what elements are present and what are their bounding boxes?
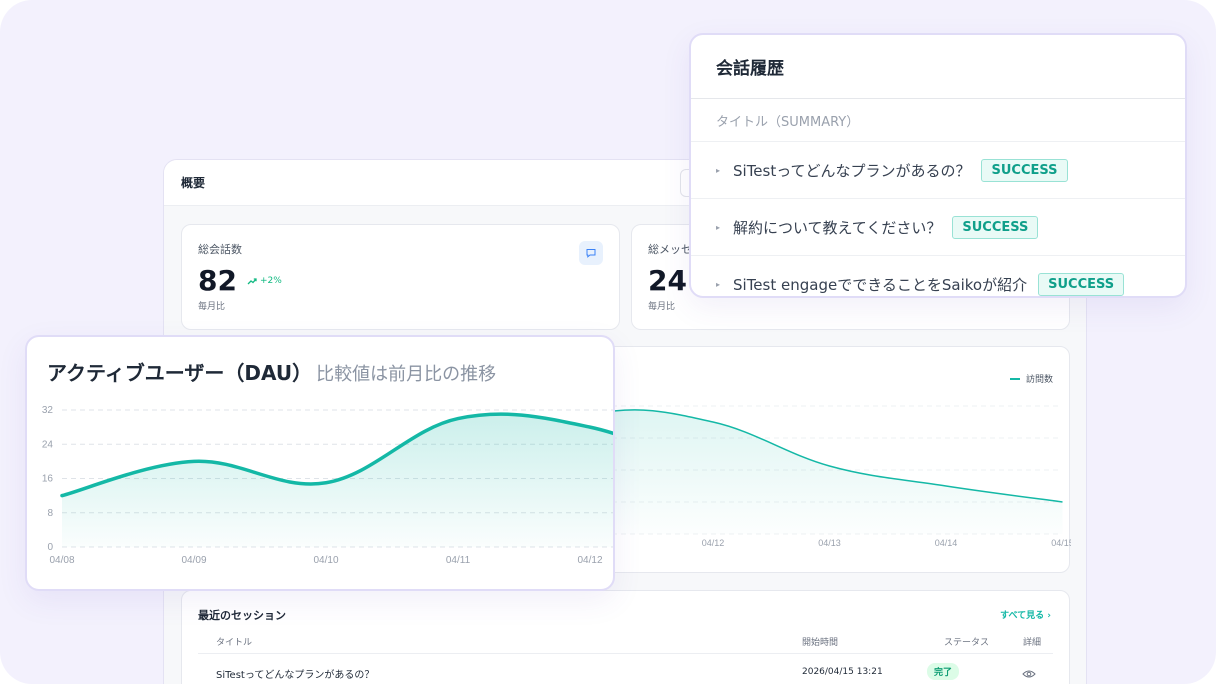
- col-detail: 詳細: [1023, 638, 1042, 648]
- x-tick-label: 04/09: [181, 555, 206, 566]
- caret-right-icon: ▸: [716, 165, 721, 175]
- divider: [198, 653, 1053, 654]
- stat-sub: 毎月比: [648, 302, 676, 312]
- history-item-text: SiTest engageでできることをSaikoが紹介: [733, 275, 1028, 294]
- y-tick-label: 32: [42, 405, 54, 416]
- success-badge: SUCCESS: [1038, 272, 1125, 296]
- x-tick-label: 04/14: [935, 538, 958, 548]
- session-title-cell[interactable]: SiTestってどんなプランがあるの？: [216, 666, 374, 681]
- app-canvas: 概要 総会話数 82 +2% 毎月比 総メッセ 24 毎月比 訪問数 04/12…: [0, 0, 1216, 684]
- history-item-text: SiTestってどんなプランがあるの？: [733, 161, 971, 180]
- dau-chart-card: アクティブユーザー（DAU） 比較値は前月比の推移 0 8 16 24 32 04/08 0…: [25, 335, 615, 591]
- history-item[interactable]: ▸ 解約について教えてください？ SUCCESS: [691, 199, 1185, 256]
- stat-delta-value: +2%: [259, 276, 282, 286]
- history-header: 会話履歴: [691, 35, 1185, 99]
- col-start-time: 開始時間: [802, 638, 839, 648]
- caret-right-icon: ▸: [716, 279, 721, 289]
- x-tick-label: 04/12: [577, 555, 602, 566]
- dau-series-group: [60, 412, 613, 547]
- x-tick-label: 04/12: [702, 538, 725, 548]
- view-all-link[interactable]: すべて見る ›: [1000, 608, 1051, 621]
- recent-sessions-card: 最近のセッション すべて見る › タイトル 開始時間 ステータス 詳細 SiTe…: [181, 590, 1070, 684]
- x-tick-label: 04/08: [49, 555, 74, 566]
- success-badge: SUCCESS: [952, 215, 1039, 239]
- stat-label: 総会話数: [198, 243, 242, 256]
- y-tick-label: 0: [47, 542, 53, 553]
- dau-chart: 0 8 16 24 32 04/08 04/09 04/10 04/11 04/12: [42, 405, 613, 566]
- history-item[interactable]: ▸ SiTestってどんなプランがあるの？ SUCCESS: [691, 142, 1185, 199]
- col-status: ステータス: [944, 638, 990, 648]
- stat-sub: 毎月比: [198, 302, 226, 312]
- success-badge: SUCCESS: [981, 158, 1068, 182]
- y-tick-label: 16: [42, 474, 54, 485]
- stat-value: 24: [648, 264, 687, 297]
- status-badge: 完了: [927, 663, 960, 680]
- history-title: 会話履歴: [716, 59, 784, 79]
- y-tick-label: 24: [42, 439, 54, 450]
- x-tick-label: 04/15: [1051, 538, 1071, 548]
- stat-card-total-conversations: 総会話数 82 +2% 毎月比: [181, 224, 620, 330]
- session-start-cell: 2026/04/15 13:21: [802, 667, 883, 677]
- history-item-text: 解約について教えてください？: [733, 218, 942, 237]
- col-title: タイトル: [216, 638, 253, 648]
- history-item[interactable]: ▸ SiTest engageでできることをSaikoが紹介 SUCCESS: [691, 256, 1185, 296]
- x-tick-label: 04/11: [446, 555, 471, 566]
- x-tick-label: 04/13: [818, 538, 841, 548]
- trend-up-icon: [247, 278, 257, 285]
- stat-delta: +2%: [247, 276, 282, 286]
- history-column-header: タイトル（SUMMARY）: [691, 99, 1185, 142]
- eye-icon[interactable]: [1022, 664, 1036, 683]
- chat-bubble-icon: [579, 241, 603, 265]
- stat-value: 82: [198, 264, 237, 297]
- caret-right-icon: ▸: [716, 222, 721, 232]
- y-tick-label: 8: [47, 508, 53, 519]
- dashboard-title: 概要: [181, 176, 206, 190]
- sessions-title: 最近のセッション: [198, 609, 286, 622]
- conversation-history-card: 会話履歴 タイトル（SUMMARY） ▸ SiTestってどんなプランがあるの？…: [689, 33, 1187, 298]
- x-tick-label: 04/10: [313, 555, 338, 566]
